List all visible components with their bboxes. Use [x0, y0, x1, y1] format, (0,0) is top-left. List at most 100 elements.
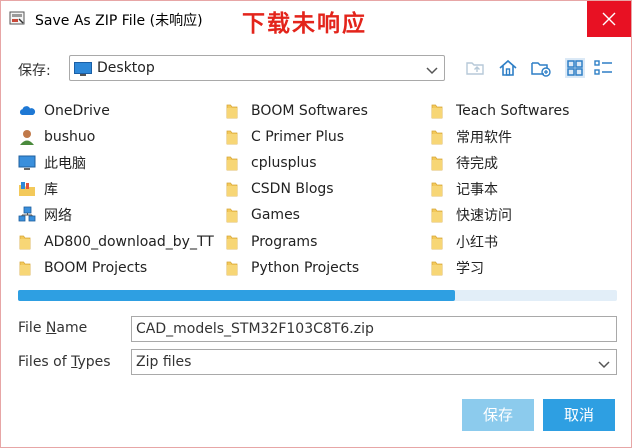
up-folder-button[interactable] [464, 57, 486, 79]
cancel-button[interactable]: 取消 [543, 399, 615, 431]
file-types-label-part: Files of [18, 354, 72, 370]
location-dropdown[interactable]: Desktop [69, 55, 445, 81]
up-folder-icon [466, 62, 484, 75]
file-list-item[interactable]: 此电脑 [18, 152, 221, 174]
folder-icon [430, 154, 448, 172]
file-types-label-part: ypes [77, 354, 111, 370]
file-list-item-label: 库 [44, 182, 58, 198]
horizontal-scrollbar[interactable] [18, 290, 617, 301]
file-type-dropdown[interactable]: Zip files [131, 349, 617, 375]
list-view-button[interactable] [564, 57, 586, 79]
user-icon [18, 128, 36, 146]
file-list-item[interactable]: bushuo [18, 126, 221, 148]
file-list-item-label: Games [251, 207, 300, 223]
file-list-item-label: cplusplus [251, 155, 317, 171]
desktop-icon [74, 61, 92, 76]
window-title: Save As ZIP File (未响应) [35, 13, 203, 29]
file-name-label: File Name [18, 320, 87, 336]
file-list-item[interactable]: cplusplus [225, 152, 426, 174]
file-list-item[interactable]: BOOM Projects [18, 257, 221, 279]
file-list-item-label: 此电脑 [44, 156, 86, 172]
folder-icon [430, 180, 448, 198]
file-list-item-label: 待完成 [456, 156, 498, 172]
folder-icon [18, 233, 36, 251]
folder-icon [430, 206, 448, 224]
home-icon [499, 59, 517, 76]
onedrive-cloud-icon [18, 102, 36, 120]
file-list-item-label: 学习 [456, 261, 484, 277]
save-as-dialog: Save As ZIP File (未响应) 下载未响应 保存: Desktop [0, 0, 632, 448]
folder-icon [225, 233, 243, 251]
close-icon [602, 12, 616, 26]
file-list-item[interactable]: 常用软件 [430, 126, 614, 148]
file-list-item-label: 快速访问 [456, 208, 512, 224]
not-responding-annotation: 下载未响应 [242, 10, 367, 37]
file-list-item-label: BOOM Projects [44, 260, 148, 276]
folder-icon [225, 259, 243, 277]
file-list-item-label: C Primer Plus [251, 129, 345, 145]
home-button[interactable] [497, 57, 519, 79]
library-icon [18, 180, 36, 198]
file-list-item[interactable]: 记事本 [430, 178, 614, 200]
folder-icon [430, 102, 448, 120]
folder-icon [225, 154, 243, 172]
file-name-input[interactable]: CAD_models_STM32F103C8T6.zip [131, 316, 617, 342]
file-list-item-label: Programs [251, 234, 318, 250]
app-icon [9, 10, 25, 26]
file-name-mnemonic: N [45, 320, 57, 336]
save-in-label: 保存: [18, 63, 51, 79]
file-list-item[interactable]: 学习 [430, 257, 614, 279]
chevron-down-icon [425, 62, 439, 75]
folder-icon [430, 259, 448, 277]
title-bar[interactable]: Save As ZIP File (未响应) 下载未响应 [1, 1, 631, 37]
save-button[interactable]: 保存 [462, 399, 534, 431]
file-type-value: Zip files [136, 354, 192, 370]
network-icon [18, 206, 36, 224]
folder-icon [225, 128, 243, 146]
folder-icon [225, 180, 243, 198]
file-list-item[interactable]: C Primer Plus [225, 126, 426, 148]
file-list-item[interactable]: OneDrive [18, 100, 221, 122]
file-list-item[interactable]: 网络 [18, 204, 221, 226]
file-list-item[interactable]: 库 [18, 178, 221, 200]
file-list-item-label: AD800_download_by_TT [44, 234, 214, 250]
file-list[interactable]: OneDrive bushuo 此电脑库网络 AD800_download_by_TT… [18, 97, 618, 283]
file-name-label-part: ame [56, 320, 88, 336]
folder-icon [18, 259, 36, 277]
file-list-item[interactable]: CSDN Blogs [225, 178, 426, 200]
computer-icon [18, 154, 36, 172]
file-list-item-label: 常用软件 [456, 130, 512, 146]
location-value: Desktop [97, 60, 155, 76]
chevron-down-icon [597, 356, 611, 369]
file-list-item[interactable]: 小红书 [430, 231, 614, 253]
file-list-item[interactable]: 待完成 [430, 152, 614, 174]
new-folder-button[interactable] [530, 57, 552, 79]
file-types-label: Files of Types [18, 354, 111, 370]
close-button[interactable] [587, 1, 631, 37]
file-list-item-label: CSDN Blogs [251, 181, 334, 197]
scrollbar-thumb[interactable] [18, 290, 455, 301]
details-view-button[interactable] [593, 57, 615, 79]
file-list-item[interactable]: 快速访问 [430, 204, 614, 226]
file-list-item-label: BOOM Softwares [251, 103, 368, 119]
file-list-item-label: Teach Softwares [456, 103, 570, 119]
folder-icon [225, 206, 243, 224]
file-list-item[interactable]: BOOM Softwares [225, 100, 426, 122]
file-list-item[interactable]: Teach Softwares [430, 100, 614, 122]
folder-icon [225, 102, 243, 120]
details-view-icon [594, 60, 612, 75]
file-list-item[interactable]: AD800_download_by_TT [18, 231, 221, 253]
file-list-item-label: 小红书 [456, 235, 498, 251]
file-list-item-label: 记事本 [456, 182, 498, 198]
new-folder-icon [531, 62, 551, 77]
folder-icon [430, 128, 448, 146]
file-list-item-label: Python Projects [251, 260, 360, 276]
folder-icon [430, 233, 448, 251]
file-list-item-label: 网络 [44, 208, 72, 224]
file-list-item-label: OneDrive [44, 103, 110, 119]
file-list-item[interactable]: Python Projects [225, 257, 426, 279]
list-view-icon [565, 58, 585, 78]
file-list-item[interactable]: Programs [225, 231, 426, 253]
file-name-label-part: File [18, 320, 46, 336]
file-list-item[interactable]: Games [225, 204, 426, 226]
